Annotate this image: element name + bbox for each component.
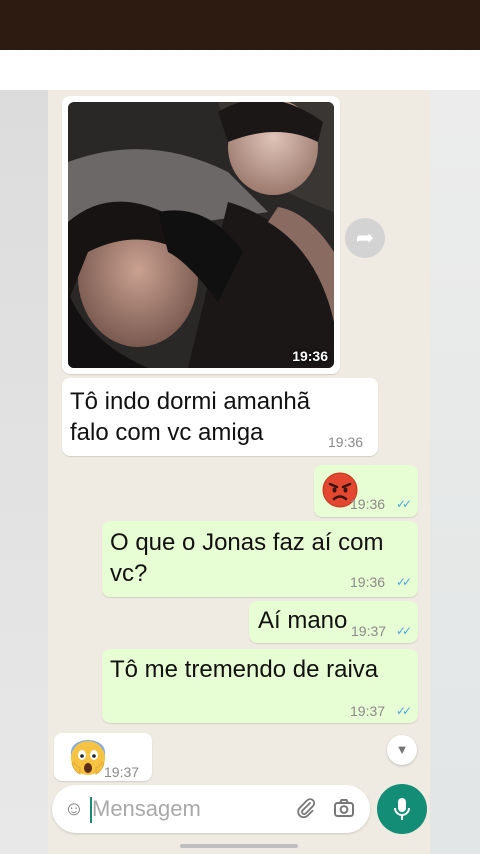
status-bar [0,0,480,50]
message-timestamp: 19:36 [350,574,386,590]
incoming-emoji-bubble[interactable]: 19:37 [54,733,152,781]
incoming-message-line-1: Tô indo dormi amanhã [70,388,311,415]
scroll-to-bottom-button[interactable]: ▼ [387,735,417,765]
voice-message-button[interactable] [377,784,427,834]
home-indicator [180,844,298,848]
incoming-message-bubble[interactable]: Tô indo dormi amanhã falo com vc amiga 1… [62,378,378,456]
outgoing-message-line-1: Aí mano [258,607,348,634]
message-input[interactable] [92,795,282,823]
photo-timestamp: 19:36 [292,348,328,364]
message-timestamp: 19:36 [350,496,386,512]
incoming-message-line-2: falo com vc amiga [70,419,264,446]
background-right [430,90,480,854]
message-timestamp: 19:37 [104,764,140,780]
background-left [0,90,48,854]
outgoing-message-bubble[interactable]: Aí mano 19:37 ✓✓ [249,601,418,643]
top-strip [0,50,480,90]
message-timestamp: 19:37 [351,623,387,639]
read-receipt-icon: ✓✓ [396,704,412,718]
outgoing-message-line-1: O que o Jonas faz aí com [110,529,384,556]
photo-message-image[interactable]: 19:36 [68,102,334,368]
outgoing-message-bubble[interactable]: Tô me tremendo de raiva 19:37 ✓✓ [102,649,418,723]
read-receipt-icon: ✓✓ [396,497,412,511]
mic-icon [394,798,410,820]
attach-icon[interactable] [294,797,318,821]
chevron-down-icon: ▼ [395,742,409,757]
screaming-face-emoji [71,740,105,775]
message-composer: ☺ [52,785,370,833]
forward-button[interactable]: ➦ [345,218,385,258]
outgoing-message-line-2: vc? [110,560,148,587]
forward-icon: ➦ [355,225,375,250]
read-receipt-icon: ✓✓ [396,624,412,638]
read-receipt-icon: ✓✓ [396,575,412,589]
message-timestamp: 19:37 [350,703,386,719]
outgoing-emoji-bubble[interactable]: 19:36 ✓✓ [314,465,418,517]
outgoing-message-line-1: Tô me tremendo de raiva [110,656,379,683]
camera-icon[interactable] [332,797,356,821]
emoji-icon[interactable]: ☺ [62,797,86,821]
message-timestamp: 19:36 [328,434,364,450]
outgoing-message-bubble[interactable]: O que o Jonas faz aí com vc? 19:36 ✓✓ [102,521,418,597]
